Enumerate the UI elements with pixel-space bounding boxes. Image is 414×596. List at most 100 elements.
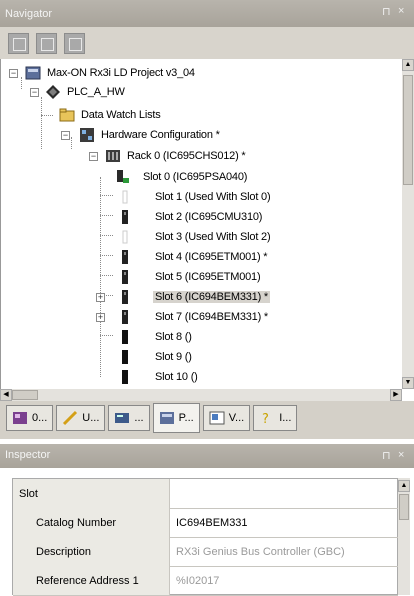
svg-text:?: ? [262, 412, 269, 426]
scroll-up-icon[interactable]: ▲ [398, 480, 410, 492]
empty-slot-icon [117, 229, 133, 245]
tab-label: ... [134, 412, 144, 424]
tree-item-slot-0[interactable]: Slot 0 (IC695PSA040) [113, 167, 249, 187]
inspector-vertical-scrollbar[interactable]: ▲ [398, 478, 410, 595]
tree-item-slot-9[interactable]: Slot 9 () [117, 347, 194, 367]
property-row-catalog-number[interactable]: Catalog Number IC694BEM331 [13, 508, 398, 538]
tree-item-label: Slot 1 (Used With Slot 0) [155, 191, 271, 203]
rack-icon [105, 148, 121, 164]
tree-item-slot-10[interactable]: Slot 10 () [117, 367, 200, 387]
tree-item-slot-7[interactable]: Slot 7 (IC694BEM331) * [117, 307, 270, 327]
tree-item-label: Rack 0 (IC695CHS012) * [127, 150, 246, 162]
project-tree-icon [159, 410, 175, 426]
property-value[interactable]: %I02017 [170, 566, 398, 595]
tree-item-label: Hardware Configuration * [101, 129, 220, 141]
scroll-left-icon[interactable]: ◀ [0, 389, 12, 401]
navigator-title: Navigator [5, 7, 53, 20]
tree-item-label: Slot 6 (IC694BEM331) * [153, 291, 270, 303]
navigator-tabs: 0... U... ... P... V... ? I... [0, 401, 414, 439]
plc-collapse-icon[interactable]: − [30, 88, 39, 97]
tree-item-label: Slot 8 () [155, 331, 192, 343]
tab-project-tree[interactable]: P... [152, 403, 200, 433]
power-supply-icon [113, 169, 129, 185]
property-name: Reference Address 1 [13, 566, 170, 595]
navigator-toolbar [0, 27, 414, 59]
options-icon [114, 410, 130, 426]
close-icon[interactable]: × [398, 449, 404, 461]
tab-label: P... [178, 412, 194, 424]
tree-item-plc[interactable]: PLC_A_HW [45, 82, 127, 102]
window: Navigator ⊓ × − Max-ON Rx3i LD Project v… [0, 0, 414, 596]
tab-label: U... [82, 412, 100, 424]
expand-all-icon[interactable] [8, 32, 29, 54]
tree-item-project[interactable]: Max-ON Rx3i LD Project v3_04 [25, 63, 197, 83]
tab-utilities[interactable]: U... [56, 405, 106, 431]
hardware-config-icon [79, 127, 95, 143]
tree-item-label: Data Watch Lists [81, 109, 161, 121]
slot-7-expand-icon[interactable]: + [96, 313, 105, 322]
tree-item-slot-5[interactable]: Slot 5 (IC695ETM001) [117, 267, 262, 287]
inspector-title: Inspector [5, 449, 51, 461]
pin-icon[interactable]: ⊓ [382, 5, 391, 18]
module-icon [117, 269, 133, 285]
close-icon[interactable]: × [398, 5, 404, 17]
scroll-up-icon[interactable]: ▲ [402, 59, 414, 71]
module-icon [117, 289, 133, 305]
tree-item-hardware-configuration[interactable]: Hardware Configuration * [79, 125, 222, 145]
folder-icon [59, 107, 75, 123]
module-icon [117, 329, 133, 345]
tree-item-rack[interactable]: Rack 0 (IC695CHS012) * [105, 146, 248, 166]
tree-item-slot-3[interactable]: Slot 3 (Used With Slot 2) [117, 227, 272, 247]
inspector-title-bar[interactable]: Inspector ⊓ × [0, 444, 414, 468]
property-name: Slot [13, 479, 170, 508]
module-icon [117, 249, 133, 265]
collapse-all-icon[interactable] [36, 32, 57, 54]
tab-variables[interactable]: V... [202, 405, 251, 431]
property-row-reference-address[interactable]: Reference Address 1 %I02017 [13, 566, 398, 596]
slot-6-expand-icon[interactable]: + [96, 293, 105, 302]
scroll-down-icon[interactable]: ▼ [402, 377, 414, 389]
tab-info[interactable]: ? I... [253, 405, 298, 431]
property-value [170, 479, 398, 508]
project-tree: − Max-ON Rx3i LD Project v3_04 − PLC_A_H… [0, 59, 403, 389]
scroll-thumb[interactable] [403, 75, 413, 185]
property-row-description[interactable]: Description RX3i Genius Bus Controller (… [13, 537, 398, 567]
inspector-property-grid: Slot Catalog Number IC694BEM331 Descript… [12, 478, 398, 596]
tab-label: I... [279, 412, 292, 424]
tree-item-slot-4[interactable]: Slot 4 (IC695ETM001) * [117, 247, 269, 267]
module-icon [117, 369, 133, 385]
tab-project[interactable]: 0... [6, 405, 54, 431]
tree-horizontal-scrollbar[interactable]: ◀ ▶ [0, 389, 402, 401]
tree-item-label: Slot 2 (IC695CMU310) [155, 211, 263, 223]
tab-options[interactable]: ... [108, 405, 150, 431]
property-value[interactable]: RX3i Genius Bus Controller (GBC) [170, 537, 398, 566]
plc-target-icon [45, 84, 61, 100]
utilities-icon [62, 410, 78, 426]
tab-label: 0... [32, 412, 48, 424]
tree-vertical-scrollbar[interactable]: ▲ ▼ [402, 59, 414, 389]
project-collapse-icon[interactable]: − [9, 69, 18, 78]
tree-item-slot-6[interactable]: Slot 6 (IC694BEM331) * [117, 287, 270, 307]
tree-item-label: PLC_A_HW [67, 86, 125, 98]
tree-item-label: Slot 5 (IC695ETM001) [155, 271, 261, 283]
property-row-slot[interactable]: Slot [13, 479, 398, 509]
tab-label: V... [228, 412, 245, 424]
scroll-thumb[interactable] [12, 390, 38, 400]
rack-collapse-icon[interactable]: − [89, 152, 98, 161]
navigator-title-bar[interactable]: Navigator ⊓ × [0, 0, 414, 27]
project-icon [12, 410, 28, 426]
tree-item-label: Slot 0 (IC695PSA040) [143, 171, 248, 183]
scroll-right-icon[interactable]: ▶ [390, 389, 402, 401]
tree-item-slot-8[interactable]: Slot 8 () [117, 327, 194, 347]
tree-item-label: Slot 10 () [155, 371, 198, 383]
module-icon [117, 349, 133, 365]
hw-config-collapse-icon[interactable]: − [61, 131, 70, 140]
tree-item-slot-2[interactable]: Slot 2 (IC695CMU310) [117, 207, 264, 227]
properties-icon[interactable] [64, 32, 85, 54]
tree-item-label: Max-ON Rx3i LD Project v3_04 [47, 67, 195, 79]
tree-item-slot-1[interactable]: Slot 1 (Used With Slot 0) [117, 187, 272, 207]
tree-item-data-watch-lists[interactable]: Data Watch Lists [59, 105, 163, 125]
pin-icon[interactable]: ⊓ [382, 449, 391, 462]
scroll-thumb[interactable] [399, 494, 409, 520]
property-value[interactable]: IC694BEM331 [170, 508, 398, 537]
